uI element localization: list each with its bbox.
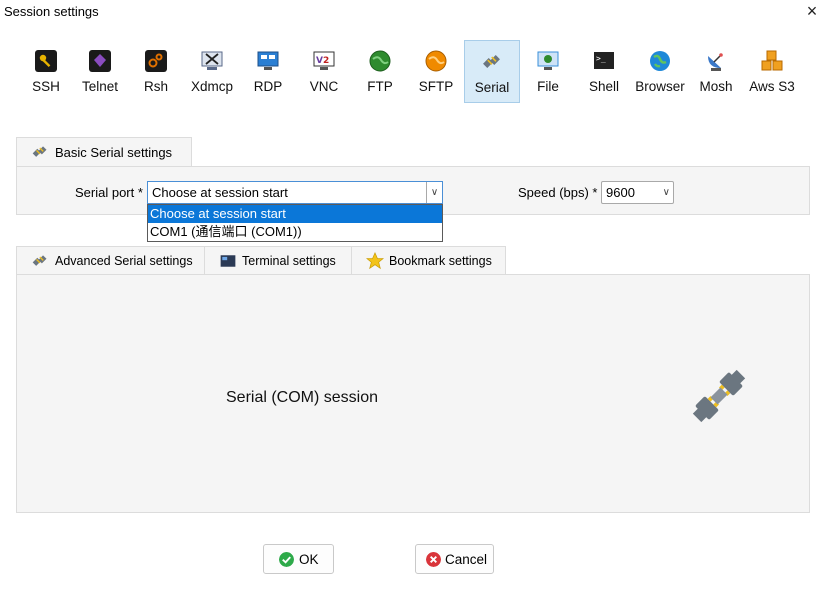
- protocol-label: File: [537, 79, 559, 94]
- x-circle-icon: [426, 552, 441, 567]
- file-monitor-icon: [537, 51, 559, 70]
- close-icon[interactable]: ×: [804, 2, 820, 20]
- serial-plug-icon: [32, 255, 47, 266]
- tab-advanced-serial-settings[interactable]: Advanced Serial settings: [16, 246, 205, 275]
- dropdown-option[interactable]: COM1 (通信端口 (COM1)): [148, 223, 442, 241]
- ok-button[interactable]: OK: [263, 544, 334, 574]
- serial-port-dropdown-list: Choose at session start COM1 (通信端口 (COM1…: [147, 204, 443, 242]
- chevron-down-icon[interactable]: ∨: [663, 183, 670, 203]
- protocol-label: RDP: [253, 79, 283, 94]
- ftp-globe-icon: [369, 50, 391, 72]
- protocol-xdmcp[interactable]: Xdmcp: [184, 40, 240, 103]
- tab-label: Basic Serial settings: [55, 145, 173, 160]
- protocol-shell[interactable]: >_ Shell: [576, 40, 632, 103]
- tab-bookmark-settings[interactable]: Bookmark settings: [351, 246, 506, 275]
- protocol-mosh[interactable]: Mosh: [688, 40, 744, 103]
- protocol-label: FTP: [367, 79, 393, 94]
- speed-label: Speed (bps) *: [518, 185, 598, 200]
- serial-port-select[interactable]: Choose at session start ∨: [147, 181, 443, 204]
- serial-plug-icon: [692, 369, 746, 423]
- serial-port-label: Serial port *: [75, 185, 143, 200]
- protocol-browser[interactable]: Browser: [632, 40, 688, 103]
- protocol-toolbar: SSH Telnet Rsh Xdmcp RDP V2 VNC FTP SFTP…: [18, 40, 818, 104]
- protocol-file[interactable]: File: [520, 40, 576, 103]
- sftp-globe-icon: [425, 50, 447, 72]
- svg-text:2: 2: [323, 56, 329, 66]
- protocol-aws-s3[interactable]: Aws S3: [744, 40, 800, 103]
- check-circle-icon: [279, 552, 294, 567]
- vnc-icon: V2: [313, 51, 335, 70]
- browser-globe-icon: [650, 51, 670, 71]
- protocol-label: Rsh: [143, 79, 168, 94]
- star-icon: [366, 252, 384, 270]
- serial-port-value: Choose at session start: [152, 185, 288, 200]
- tab-label: Bookmark settings: [389, 254, 492, 268]
- cancel-button[interactable]: Cancel: [415, 544, 494, 574]
- protocol-ftp[interactable]: FTP: [352, 40, 408, 103]
- protocol-label: VNC: [309, 79, 339, 94]
- protocol-label: Browser: [635, 79, 685, 94]
- tab-terminal-settings[interactable]: Terminal settings: [204, 246, 352, 275]
- title-bar: Session settings ×: [0, 0, 828, 26]
- window-title: Session settings: [4, 4, 99, 19]
- ok-label: OK: [299, 552, 319, 567]
- protocol-label: Xdmcp: [190, 79, 234, 94]
- tab-label: Advanced Serial settings: [55, 254, 193, 268]
- svg-text:V: V: [316, 56, 323, 66]
- tab-basic-serial-settings[interactable]: Basic Serial settings: [16, 137, 192, 167]
- protocol-label: SFTP: [418, 79, 454, 94]
- protocol-rsh[interactable]: Rsh: [128, 40, 184, 103]
- xdmcp-icon: [201, 51, 223, 70]
- protocol-label: Aws S3: [749, 79, 795, 94]
- protocol-label: Serial: [474, 80, 510, 95]
- cancel-label: Cancel: [445, 552, 488, 567]
- tab-label: Terminal settings: [242, 254, 336, 268]
- dropdown-option[interactable]: Choose at session start: [148, 205, 442, 223]
- protocol-serial[interactable]: Serial: [464, 40, 520, 103]
- gears-icon: [145, 50, 167, 72]
- shell-terminal-icon: >_: [594, 52, 614, 69]
- session-type-label: Serial (COM) session: [226, 389, 379, 406]
- telnet-icon: [89, 50, 111, 72]
- speed-select[interactable]: 9600 ∨: [601, 181, 674, 204]
- protocol-vnc[interactable]: V2 VNC: [296, 40, 352, 103]
- serial-plug-icon: [32, 146, 47, 157]
- chevron-down-icon[interactable]: ∨: [426, 182, 442, 203]
- protocol-label: Telnet: [81, 79, 119, 94]
- protocol-rdp[interactable]: RDP: [240, 40, 296, 103]
- svg-text:>_: >_: [596, 54, 606, 63]
- protocol-label: Shell: [588, 79, 620, 94]
- aws-s3-cubes-icon: [761, 50, 783, 71]
- protocol-label: Mosh: [699, 79, 733, 94]
- serial-plug-icon: [483, 55, 500, 68]
- rdp-monitor-icon: [257, 51, 279, 70]
- protocol-label: SSH: [32, 79, 60, 94]
- protocol-telnet[interactable]: Telnet: [72, 40, 128, 103]
- protocol-ssh[interactable]: SSH: [18, 40, 74, 103]
- speed-value: 9600: [606, 185, 635, 200]
- key-icon: [35, 50, 57, 72]
- terminal-icon: [220, 255, 236, 267]
- satellite-dish-icon: [708, 53, 723, 71]
- protocol-sftp[interactable]: SFTP: [408, 40, 464, 103]
